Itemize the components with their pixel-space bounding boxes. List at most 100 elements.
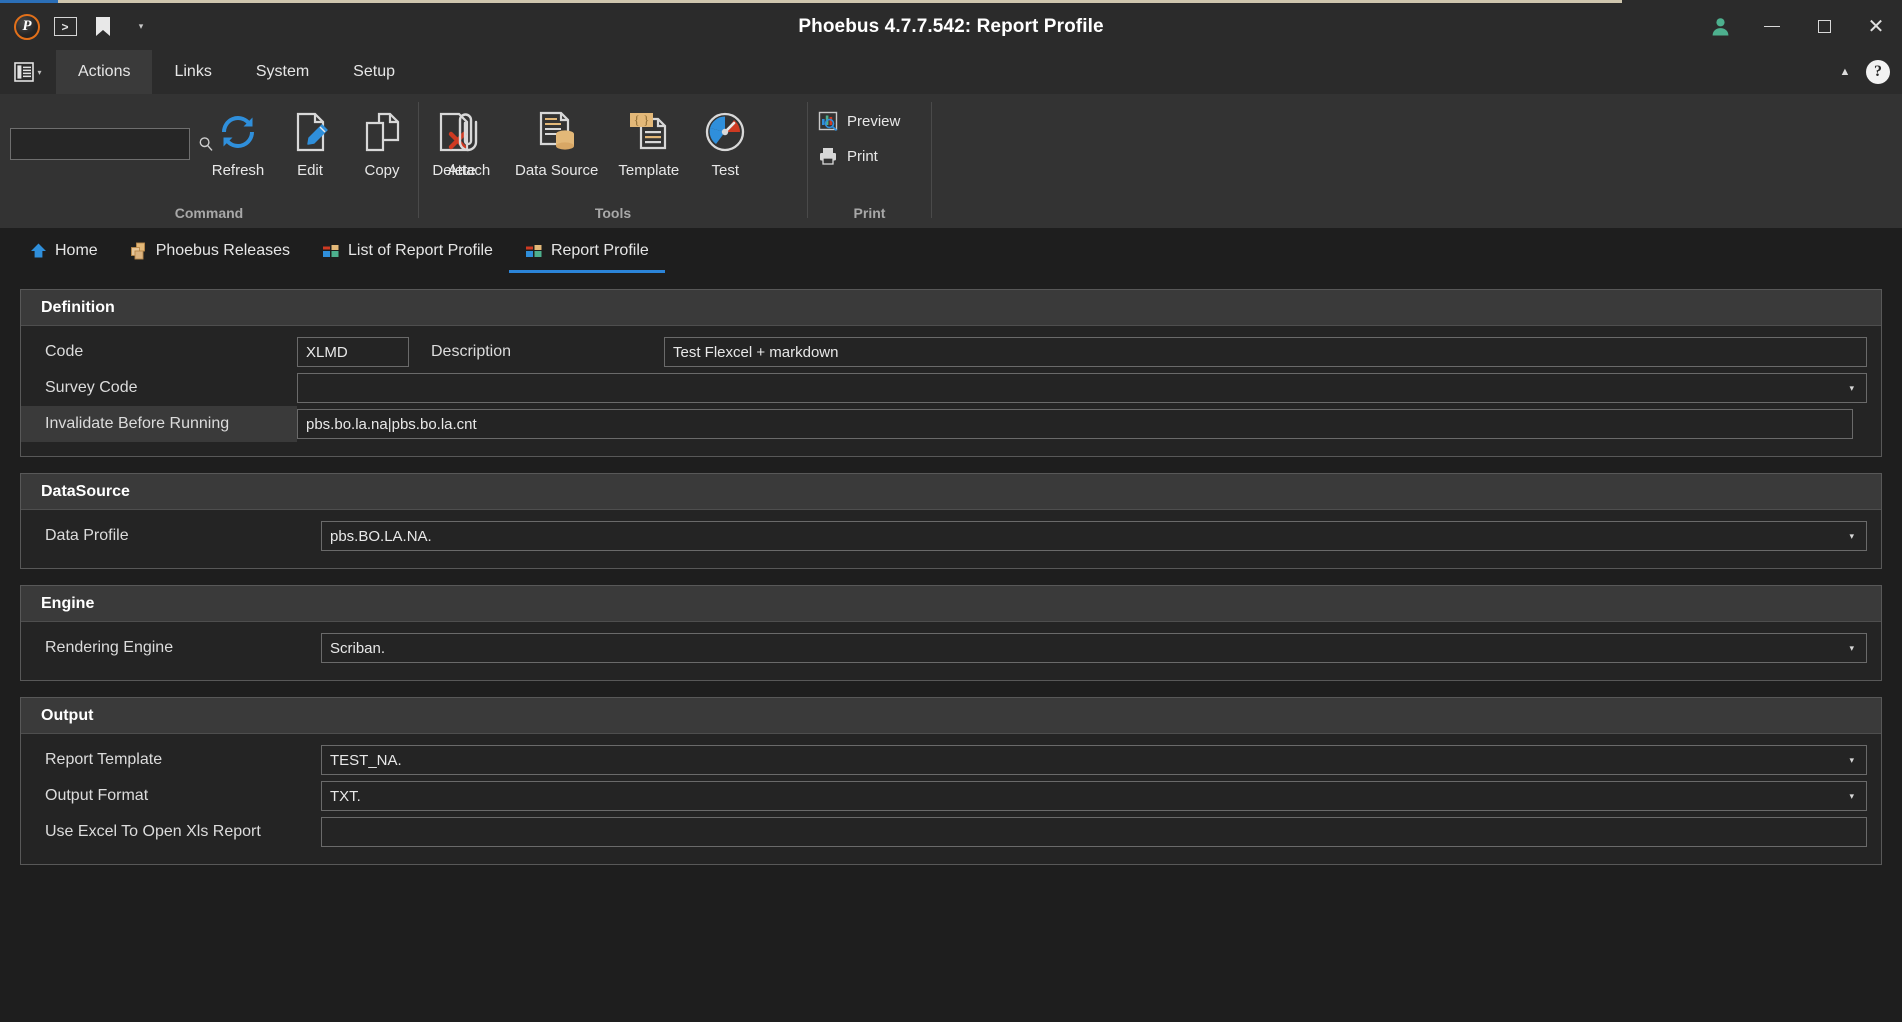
survey-code-label: Survey Code [45, 379, 138, 396]
ribbon-group-tools: Attach Data Source {} Template Test Too… [419, 94, 807, 228]
output-format-combobox[interactable]: TXT. ▾ [321, 781, 1867, 811]
data-profile-label: Data Profile [45, 527, 129, 544]
close-icon: ✕ [1867, 15, 1885, 38]
minimize-button[interactable] [1746, 3, 1798, 50]
row-invalidate-before-running: Invalidate Before Running pbs.bo.la.na|p… [21, 406, 1881, 442]
panel-engine-title: Engine [21, 586, 1881, 622]
use-excel-label: Use Excel To Open Xls Report [45, 823, 261, 840]
quick-access-dropdown-button[interactable]: ▾ [124, 10, 158, 44]
refresh-icon [218, 108, 258, 156]
minimize-icon [1764, 25, 1780, 28]
description-input[interactable]: Test Flexcel + markdown [664, 337, 1867, 367]
edit-button[interactable]: Edit [274, 106, 346, 179]
report-template-label: Report Template [45, 751, 163, 768]
breadcrumb-item-list-of-report-profile[interactable]: List of Report Profile [306, 228, 509, 273]
ribbon-group-tools-items: Attach Data Source {} Template Test [419, 94, 807, 205]
row-use-excel-to-open-xls-report: Use Excel To Open Xls Report [21, 814, 1881, 850]
ribbon-group-command: Refresh Edit Copy Delete Command [0, 94, 476, 228]
panel-engine-body: Rendering Engine Scriban. ▾ [21, 622, 1881, 680]
user-icon [1711, 17, 1730, 36]
invalidate-before-running-input[interactable]: pbs.bo.la.na|pbs.bo.la.cnt [297, 409, 1853, 439]
chevron-up-icon: ▲ [1839, 66, 1851, 78]
application-menu-button[interactable]: ▾ [0, 50, 56, 94]
user-account-button[interactable] [1694, 3, 1746, 50]
panel-output: Output Report Template TEST_NA. ▾ Output… [20, 697, 1882, 865]
window-title: Phoebus 4.7.7.542: Report Profile [798, 15, 1104, 37]
data-profile-combobox[interactable]: pbs.BO.LA.NA. ▾ [321, 521, 1867, 551]
row-output-format: Output Format TXT. ▾ [21, 778, 1881, 814]
rendering-engine-combobox[interactable]: Scriban. ▾ [321, 633, 1867, 663]
preview-icon [818, 111, 838, 131]
data-profile-value: pbs.BO.LA.NA. [330, 527, 432, 545]
breadcrumb-item-home[interactable]: Home [14, 228, 114, 273]
phoebus-logo-button[interactable]: P [10, 10, 44, 44]
print-icon [818, 146, 838, 166]
use-excel-input[interactable] [321, 817, 1867, 847]
copy-label: Copy [364, 162, 400, 179]
ribbon-group-tools-label: Tools [594, 205, 632, 221]
chevron-down-icon: ▾ [1849, 754, 1854, 765]
ribbon-group-print-items: Preview Print [808, 94, 931, 205]
survey-code-combobox[interactable]: ▾ [297, 373, 1867, 403]
code-label: Code [45, 343, 84, 360]
test-button[interactable]: Test [689, 106, 761, 179]
home-icon [30, 242, 47, 259]
preview-button[interactable]: Preview [808, 106, 910, 136]
tab-links[interactable]: Links [152, 50, 233, 94]
chevron-down-icon: ▾ [1849, 382, 1854, 393]
tab-actions[interactable]: Actions [56, 50, 153, 94]
report-template-value: TEST_NA. [330, 751, 402, 769]
maximize-button[interactable] [1798, 3, 1850, 50]
application-menu-icon [14, 62, 35, 82]
copy-icon [362, 108, 402, 156]
console-button[interactable]: > [48, 10, 82, 44]
print-button[interactable]: Print [808, 141, 888, 171]
phoebus-logo-icon: P [14, 13, 40, 40]
help-button[interactable]: ? [1866, 60, 1890, 84]
template-label: Template [618, 162, 680, 179]
preview-label: Preview [847, 112, 901, 130]
attach-button[interactable]: Attach [433, 106, 505, 179]
ribbon-group-command-items: Refresh Edit Copy Delete [0, 94, 476, 205]
maximize-icon [1817, 20, 1831, 33]
data-source-button[interactable]: Data Source [505, 106, 608, 179]
ribbon-group-print: Preview Print Print [808, 94, 931, 228]
report-list-icon [322, 243, 340, 259]
console-icon: > [53, 17, 77, 36]
breadcrumb-item-report-profile-label: Report Profile [550, 241, 649, 259]
refresh-button[interactable]: Refresh [202, 106, 274, 179]
panel-datasource: DataSource Data Profile pbs.BO.LA.NA. ▾ [20, 473, 1882, 569]
report-profile-icon [525, 243, 543, 259]
collapse-ribbon-button[interactable]: ▲ [1830, 57, 1860, 87]
panel-definition: Definition Code XLMD Description Test Fl… [20, 289, 1882, 457]
panel-output-title: Output [21, 698, 1881, 734]
ribbon-group-command-label: Command [174, 205, 244, 221]
close-button[interactable]: ✕ [1850, 3, 1902, 50]
output-format-label: Output Format [45, 787, 149, 804]
tab-setup[interactable]: Setup [331, 50, 417, 94]
form-area: Definition Code XLMD Description Test Fl… [0, 273, 1902, 1022]
data-source-icon [536, 108, 578, 156]
breadcrumb-item-report-profile[interactable]: Report Profile [508, 228, 665, 273]
ribbon-group-print-label: Print [853, 205, 886, 221]
menu-bar-right-actions: ▲ ? [1830, 50, 1902, 94]
svg-text:{ }: { } [633, 112, 649, 127]
chevron-down-icon: ▾ [1849, 642, 1854, 653]
tab-system[interactable]: System [234, 50, 331, 94]
bookmark-button[interactable] [86, 10, 120, 44]
tab-actions-label: Actions [78, 63, 131, 80]
template-button[interactable]: { } Template [608, 106, 689, 179]
breadcrumb: Home Phoebus Releases List of Report Pro… [0, 228, 1902, 273]
tab-setup-label: Setup [353, 63, 395, 80]
breadcrumb-item-phoebus-releases[interactable]: Phoebus Releases [114, 228, 306, 273]
chevron-down-icon: ▾ [1849, 790, 1854, 801]
search-input[interactable] [17, 136, 198, 152]
row-rendering-engine: Rendering Engine Scriban. ▾ [21, 630, 1881, 666]
copy-button[interactable]: Copy [346, 106, 418, 179]
tab-system-label: System [255, 63, 310, 80]
code-input[interactable]: XLMD [297, 337, 409, 367]
row-code: Code XLMD Description Test Flexcel + mar… [21, 334, 1881, 370]
search-box[interactable] [10, 128, 213, 160]
report-template-combobox[interactable]: TEST_NA. ▾ [321, 745, 1867, 775]
releases-icon [130, 242, 148, 260]
